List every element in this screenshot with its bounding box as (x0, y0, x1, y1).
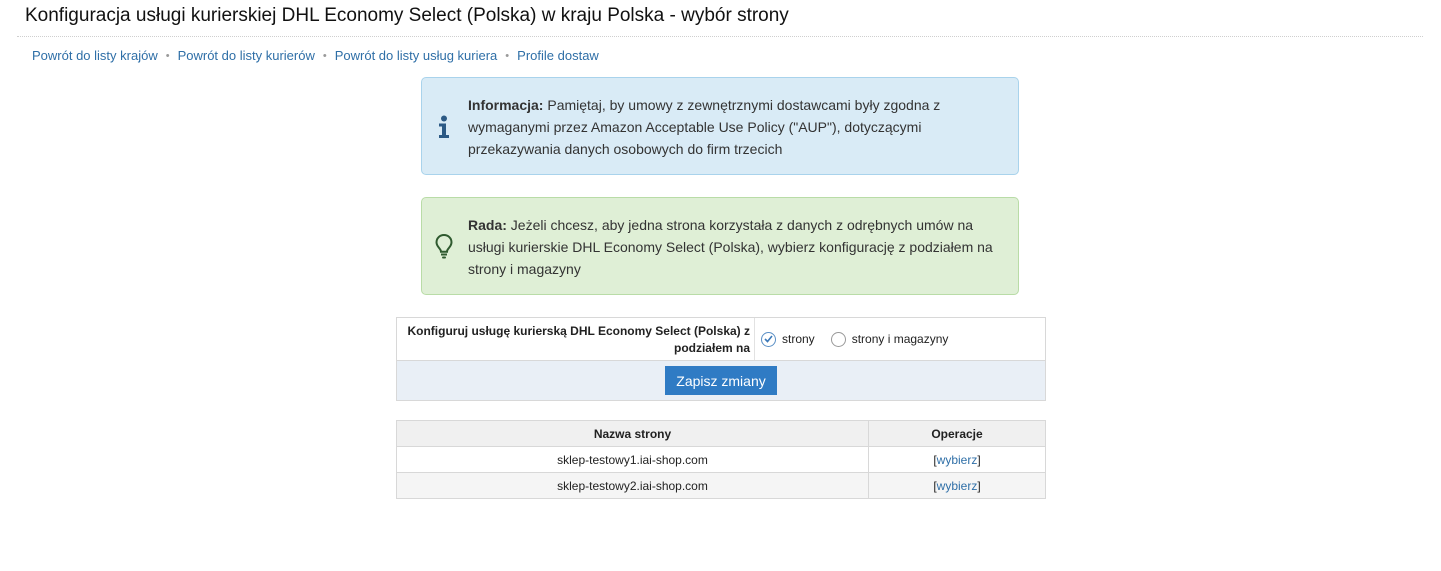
lightbulb-icon (435, 233, 453, 259)
breadcrumb: Powrót do listy krajów • Powrót do listy… (32, 48, 599, 63)
breadcrumb-link-couriers[interactable]: Powrót do listy kurierów (178, 48, 315, 63)
bracket-close: ] (977, 452, 981, 467)
select-site-link[interactable]: wybierz (937, 479, 978, 493)
tip-alert: Rada: Jeżeli chcesz, aby jedna strona ko… (421, 197, 1019, 295)
breadcrumb-separator: • (505, 49, 510, 62)
breadcrumb-link-countries[interactable]: Powrót do listy krajów (32, 48, 158, 63)
config-label: Konfiguruj usługę kurierską DHL Economy … (397, 318, 755, 360)
breadcrumb-link-delivery-profiles[interactable]: Profile dostaw (517, 48, 599, 63)
config-button-row: Zapisz zmiany (397, 360, 1045, 400)
site-name-cell: sklep-testowy2.iai-shop.com (396, 472, 869, 499)
radio-option-strony[interactable]: strony (761, 331, 815, 347)
operations-cell: [wybierz] (868, 446, 1046, 473)
select-site-link[interactable]: wybierz (937, 453, 978, 467)
info-alert-label: Informacja: (468, 97, 544, 113)
breadcrumb-link-courier-services[interactable]: Powrót do listy usług kuriera (335, 48, 498, 63)
column-header-site-name: Nazwa strony (396, 420, 869, 447)
breadcrumb-separator: • (322, 49, 327, 62)
radio-unchecked-icon[interactable] (830, 331, 846, 347)
operations-cell: [wybierz] (868, 472, 1046, 499)
bracket-close: ] (977, 478, 981, 493)
radio-checked-icon[interactable] (761, 331, 776, 347)
tip-alert-text: Jeżeli chcesz, aby jedna strona korzysta… (468, 217, 993, 277)
config-form: Konfiguruj usługę kurierską DHL Economy … (396, 317, 1046, 401)
column-header-operations: Operacje (868, 420, 1046, 447)
radio-option-label: strony i magazyny (851, 332, 949, 346)
table-row: sklep-testowy2.iai-shop.com [wybierz] (396, 472, 1046, 499)
tip-alert-label: Rada: (468, 217, 507, 233)
radio-option-strony-i-magazyny[interactable]: strony i magazyny (830, 331, 949, 347)
table-header-row: Nazwa strony Operacje (396, 420, 1046, 447)
breadcrumb-separator: • (165, 49, 170, 62)
info-alert: Informacja: Pamiętaj, by umowy z zewnętr… (421, 77, 1019, 175)
save-button[interactable]: Zapisz zmiany (665, 366, 777, 395)
config-options: strony strony i magazyny (755, 318, 964, 360)
site-name-cell: sklep-testowy1.iai-shop.com (396, 446, 869, 473)
radio-option-label: strony (782, 332, 815, 346)
page-title: Konfiguracja usługi kurierskiej DHL Econ… (25, 5, 789, 26)
title-divider (17, 36, 1423, 37)
config-row: Konfiguruj usługę kurierską DHL Economy … (397, 318, 1045, 360)
sites-table: Nazwa strony Operacje sklep-testowy1.iai… (396, 420, 1046, 499)
info-icon (439, 115, 449, 138)
table-row: sklep-testowy1.iai-shop.com [wybierz] (396, 446, 1046, 473)
